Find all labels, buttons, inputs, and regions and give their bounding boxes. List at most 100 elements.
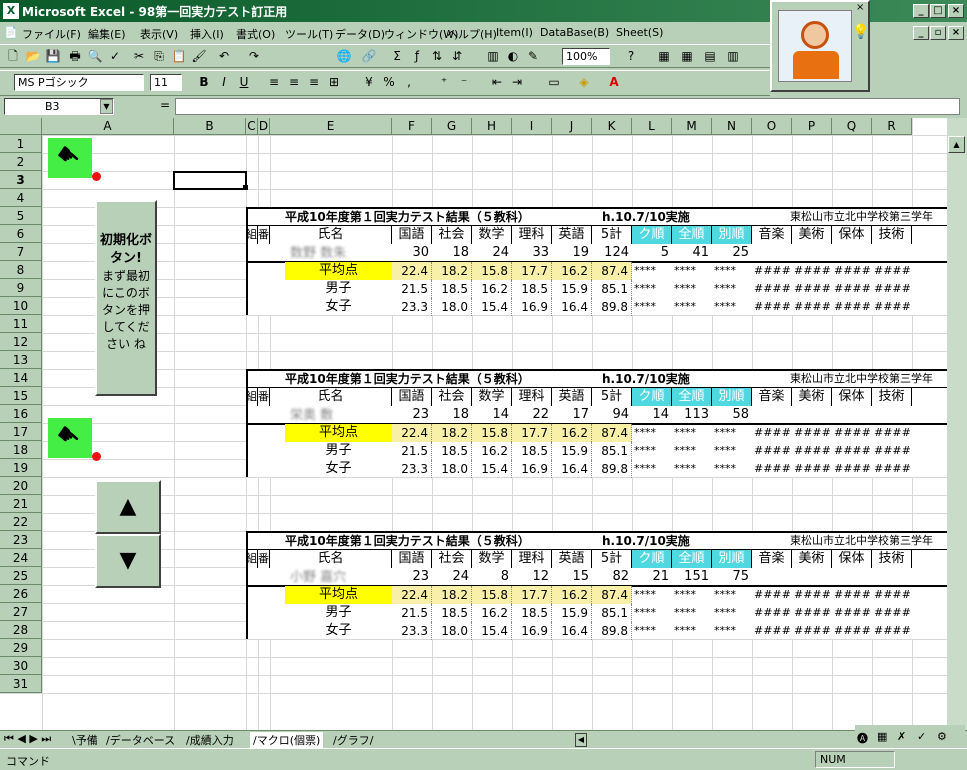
column-header[interactable]: H — [472, 118, 512, 135]
row-header[interactable]: 16 — [0, 405, 42, 423]
function-icon[interactable]: ƒ — [408, 48, 426, 65]
merge-icon[interactable]: ⊞ — [325, 74, 343, 91]
open-icon[interactable]: 📂 — [24, 48, 42, 65]
scroll-up-icon[interactable]: ▲ — [948, 136, 965, 153]
column-header[interactable]: C — [246, 118, 258, 135]
menu-edit[interactable]: 編集(E) — [88, 26, 126, 42]
chart-icon[interactable]: ▥ — [484, 48, 502, 65]
row-header[interactable]: 23 — [0, 531, 42, 549]
row-header[interactable]: 20 — [0, 477, 42, 495]
font-select[interactable]: MS Pゴシック — [14, 74, 144, 91]
web-icon[interactable]: 🌐 — [335, 48, 353, 65]
office-assistant[interactable]: × 💡 — [770, 0, 870, 92]
column-header[interactable]: R — [872, 118, 912, 135]
row-header[interactable]: 10 — [0, 297, 42, 315]
column-header[interactable]: I — [512, 118, 552, 135]
row-header[interactable]: 19 — [0, 459, 42, 477]
print-icon[interactable]: 🖶 — [66, 48, 84, 65]
align-center-icon[interactable]: ≡ — [285, 74, 303, 91]
spell-icon[interactable]: ✓ — [106, 48, 124, 65]
row-header[interactable]: 30 — [0, 657, 42, 675]
outdent-icon[interactable]: ⇥ — [508, 74, 526, 91]
menu-tools[interactable]: ツール(T) — [285, 26, 333, 42]
mini-tool-icon-2[interactable]: ▦ — [877, 730, 887, 743]
row-header[interactable]: 11 — [0, 315, 42, 333]
row-header[interactable]: 29 — [0, 639, 42, 657]
tab-yobi[interactable]: \予備 — [72, 732, 98, 748]
mini-tool-icon-3[interactable]: ✗ — [897, 730, 906, 743]
row-header[interactable]: 8 — [0, 261, 42, 279]
sum-icon[interactable]: Σ — [388, 48, 406, 65]
row-header[interactable]: 15 — [0, 387, 42, 405]
column-header[interactable]: N — [712, 118, 752, 135]
doc-minimize-button[interactable]: _ — [913, 26, 929, 40]
minimize-button[interactable]: _ — [913, 4, 929, 18]
column-header[interactable]: D — [258, 118, 270, 135]
column-header[interactable]: E — [270, 118, 392, 135]
format-painter-icon[interactable]: 🖌 — [190, 48, 208, 65]
mini-tool-icon-4[interactable]: ✓ — [917, 730, 926, 743]
row-header[interactable]: 2 — [0, 153, 42, 171]
map-icon[interactable]: ◐ — [504, 48, 522, 65]
underline-icon[interactable]: U — [235, 74, 253, 91]
drawing-icon[interactable]: ✎ — [524, 48, 542, 65]
mini-tool-icon-5[interactable]: ⚙ — [937, 730, 947, 743]
menu-insert[interactable]: 挿入(I) — [190, 26, 224, 42]
up-button[interactable]: ▲ — [95, 480, 161, 534]
row-header[interactable]: 17 — [0, 423, 42, 441]
menu-database[interactable]: DataBase(B) — [540, 26, 609, 39]
menu-data[interactable]: データ(D) — [335, 26, 385, 42]
formula-input[interactable] — [175, 98, 960, 115]
row-header[interactable]: 28 — [0, 621, 42, 639]
column-header[interactable]: G — [432, 118, 472, 135]
column-header[interactable]: O — [752, 118, 792, 135]
name-box[interactable]: B3 — [4, 98, 114, 115]
indent-icon[interactable]: ⇤ — [488, 74, 506, 91]
row-header[interactable]: 7 — [0, 243, 42, 261]
redo-icon[interactable]: ↷ — [245, 48, 263, 65]
doc-icon[interactable]: 📄 — [4, 26, 18, 39]
row-header[interactable]: 24 — [0, 549, 42, 567]
row-header[interactable]: 6 — [0, 225, 42, 243]
row-header[interactable]: 18 — [0, 441, 42, 459]
font-color-icon[interactable]: A — [605, 74, 623, 91]
fill-color-icon[interactable]: ◈ — [575, 74, 593, 91]
tab-seiseki[interactable]: /成績入力 — [186, 732, 234, 748]
tab-macro-active[interactable]: /マクロ(個票) — [250, 732, 324, 748]
grid-icon-3[interactable]: ▤ — [701, 48, 719, 65]
sort-asc-icon[interactable]: ⇅ — [428, 48, 446, 65]
tab-nav-icon[interactable]: ⏮ ◀ ▶ ⏭ — [4, 732, 51, 746]
align-right-icon[interactable]: ≡ — [305, 74, 323, 91]
fill-handle[interactable] — [243, 185, 248, 190]
border-icon[interactable]: ▭ — [545, 74, 563, 91]
grid-icon-2[interactable]: ▦ — [678, 48, 696, 65]
hscroll-left-icon[interactable]: ◀ — [575, 733, 587, 747]
inc-decimal-icon[interactable]: ⁺ — [435, 74, 453, 91]
column-header[interactable]: L — [632, 118, 672, 135]
selected-cell[interactable] — [173, 171, 247, 190]
down-button[interactable]: ▼ — [95, 534, 161, 588]
formula-equals[interactable]: = — [160, 98, 170, 112]
row-header[interactable]: 5 — [0, 207, 42, 225]
paste-icon[interactable]: 📋 — [170, 48, 188, 65]
comma-icon[interactable]: , — [400, 74, 418, 91]
menu-format[interactable]: 書式(O) — [236, 26, 275, 42]
row-header[interactable]: 22 — [0, 513, 42, 531]
row-header[interactable]: 4 — [0, 189, 42, 207]
new-icon[interactable]: 🗋 — [4, 48, 22, 65]
menu-view[interactable]: 表示(V) — [140, 26, 178, 42]
grid-icon-1[interactable]: ▦ — [655, 48, 673, 65]
doc-restore-button[interactable]: ▫ — [930, 26, 946, 40]
tab-database[interactable]: /データベース — [106, 732, 175, 748]
worksheet-grid[interactable]: A B C D E F G H I J K L M N O P Q R 1 2 3 4 5 6 7 8 9 10 11 12 13 14 15 1… — [0, 118, 947, 730]
doc-close-button[interactable]: × — [948, 26, 964, 40]
hyperlink-icon[interactable]: 🔗 — [360, 48, 378, 65]
currency-icon[interactable]: ¥ — [360, 74, 378, 91]
maximize-button[interactable]: □ — [930, 4, 946, 18]
row-header[interactable]: 9 — [0, 279, 42, 297]
sort-desc-icon[interactable]: ⇵ — [448, 48, 466, 65]
row-header[interactable]: 12 — [0, 333, 42, 351]
column-header[interactable]: P — [792, 118, 832, 135]
row-header[interactable]: 27 — [0, 603, 42, 621]
column-header[interactable]: B — [174, 118, 246, 135]
